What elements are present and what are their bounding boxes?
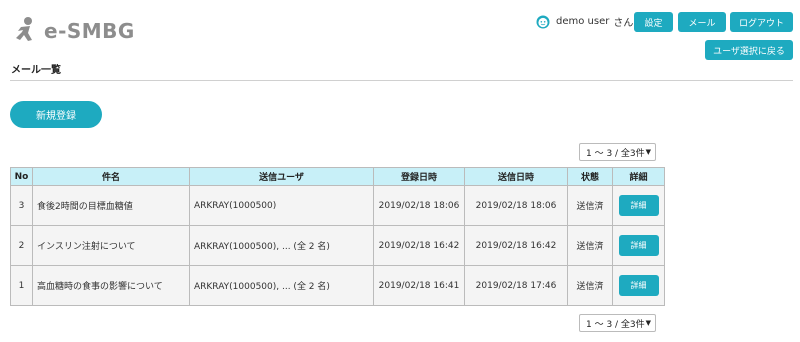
cell-sent: 2019/02/18 18:06 (464, 185, 568, 226)
column-header-sender: 送信ユーザ (189, 167, 374, 186)
table-header-row: No 件名 送信ユーザ 登録日時 送信日時 状態 詳細 (10, 167, 665, 186)
detail-button[interactable]: 詳細 (618, 195, 659, 216)
user-suffix: さん (613, 18, 634, 29)
app-logo[interactable]: e-SMBG (12, 16, 135, 46)
cell-no: 1 (10, 265, 33, 306)
pager-label: 1 〜 3 / 全3件 (586, 319, 645, 330)
column-header-detail: 詳細 (612, 167, 665, 186)
cell-status: 送信済 (567, 265, 613, 306)
table-row: 1 高血糖時の食事の影響について ARKRAY(1000500), ... (全… (10, 265, 665, 306)
cell-sent: 2019/02/18 16:42 (464, 225, 568, 266)
mail-table: No 件名 送信ユーザ 登録日時 送信日時 状態 詳細 3 食後2時間の目標血糖… (10, 167, 665, 306)
cell-subject: 食後2時間の目標血糖値 (32, 185, 190, 226)
detail-button[interactable]: 詳細 (618, 235, 659, 256)
cell-sender: ARKRAY(1000500), ... (全 2 名) (189, 225, 374, 266)
page-title: メール一覧 (11, 65, 61, 76)
cell-subject: インスリン注射について (32, 225, 190, 266)
user-name: demo user (556, 16, 610, 27)
divider (10, 80, 793, 81)
pager-select-bottom[interactable]: 1 〜 3 / 全3件 ▼ (579, 314, 656, 332)
cell-status: 送信済 (567, 185, 613, 226)
cell-no: 2 (10, 225, 33, 266)
table-row: 3 食後2時間の目標血糖値 ARKRAY(1000500) 2019/02/18… (10, 185, 665, 226)
triangle-down-icon: ▼ (645, 319, 651, 327)
cell-sender: ARKRAY(1000500), ... (全 2 名) (189, 265, 374, 306)
column-header-registered: 登録日時 (373, 167, 465, 186)
new-register-button[interactable]: 新規登録 (10, 101, 102, 128)
column-header-no: No (10, 167, 33, 186)
cell-detail: 詳細 (612, 265, 665, 306)
logout-button[interactable]: ログアウト (730, 12, 793, 32)
column-header-status: 状態 (567, 167, 613, 186)
detail-button[interactable]: 詳細 (618, 275, 659, 296)
pager-label: 1 〜 3 / 全3件 (586, 148, 645, 159)
logo-text: e-SMBG (44, 19, 135, 43)
back-to-user-select-button[interactable]: ユーザ選択に戻る (705, 40, 793, 60)
cell-no: 3 (10, 185, 33, 226)
triangle-down-icon: ▼ (645, 148, 651, 156)
cell-status: 送信済 (567, 225, 613, 266)
cell-detail: 詳細 (612, 225, 665, 266)
cell-sent: 2019/02/18 17:46 (464, 265, 568, 306)
cell-registered: 2019/02/18 16:41 (373, 265, 465, 306)
cell-registered: 2019/02/18 16:42 (373, 225, 465, 266)
pager-select-top[interactable]: 1 〜 3 / 全3件 ▼ (579, 143, 656, 161)
column-header-sent: 送信日時 (464, 167, 568, 186)
cell-sender: ARKRAY(1000500) (189, 185, 374, 226)
mail-button[interactable]: メール (678, 12, 726, 32)
settings-button[interactable]: 設定 (634, 12, 673, 32)
cell-detail: 詳細 (612, 185, 665, 226)
smiley-face-icon (536, 15, 550, 29)
table-row: 2 インスリン注射について ARKRAY(1000500), ... (全 2 … (10, 225, 665, 266)
column-header-subject: 件名 (32, 167, 190, 186)
user-info: demo user さん (536, 14, 633, 29)
cell-registered: 2019/02/18 18:06 (373, 185, 465, 226)
cell-subject: 高血糖時の食事の影響について (32, 265, 190, 306)
running-figure-icon (12, 16, 38, 46)
